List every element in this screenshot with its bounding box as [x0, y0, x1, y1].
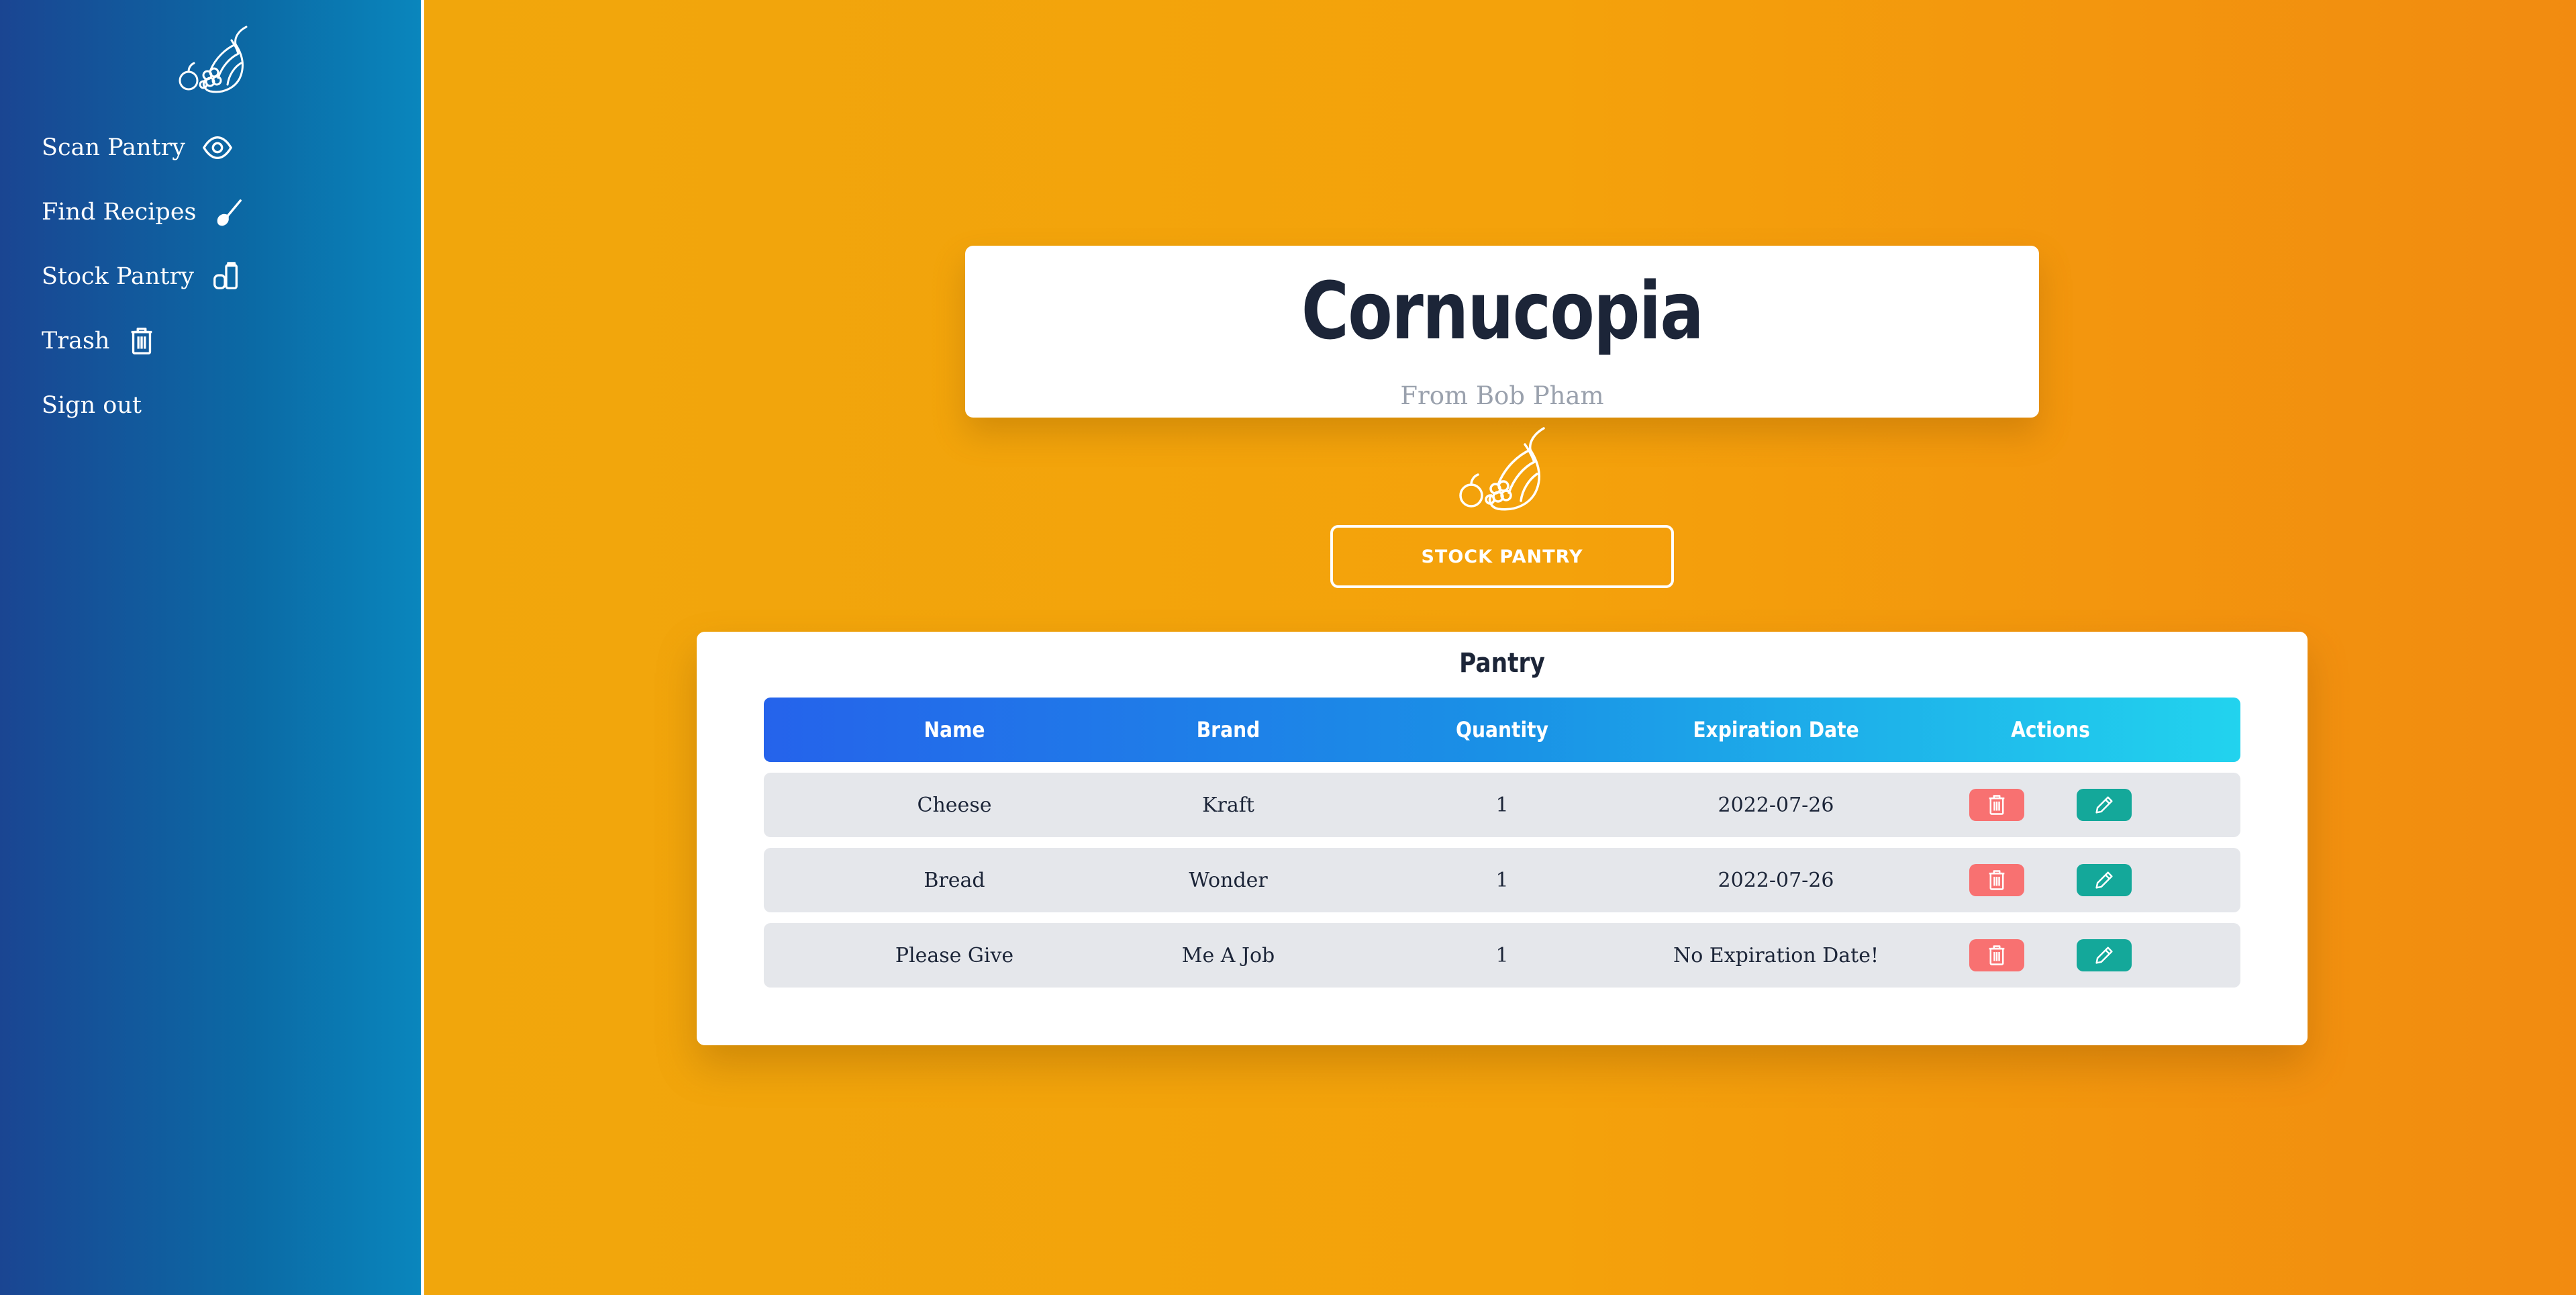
table-row: Cheese Kraft 1 2022-07-26: [764, 773, 2240, 837]
trash-icon: [126, 325, 158, 357]
cell-expiration: 2022-07-26: [1718, 868, 1834, 892]
cornucopia-icon: [1450, 426, 1550, 514]
column-header-actions: Actions: [2011, 717, 2090, 742]
trash-icon: [1989, 795, 2005, 815]
cell-brand: Kraft: [1202, 793, 1254, 817]
trash-icon: [1989, 945, 2005, 965]
sidebar-nav: Scan Pantry Find Recipes Stock Pantry Tr…: [42, 115, 245, 438]
sidebar-item-label: Trash: [42, 328, 110, 354]
eye-icon: [201, 132, 234, 164]
column-header-expiration-date[interactable]: Expiration Date: [1693, 698, 1859, 762]
delete-button[interactable]: [1969, 939, 2024, 971]
sidebar-item-sign-out[interactable]: Sign out: [42, 373, 245, 438]
edit-button[interactable]: [2077, 939, 2132, 971]
cornucopia-icon[interactable]: [171, 24, 252, 98]
pencil-icon: [2095, 871, 2113, 889]
jars-icon: [210, 260, 242, 293]
column-header-brand[interactable]: Brand: [1197, 698, 1260, 762]
delete-button[interactable]: [1969, 864, 2024, 896]
spoon-icon: [213, 196, 245, 228]
sidebar-item-label: Stock Pantry: [42, 263, 195, 290]
table-row: Bread Wonder 1 2022-07-26: [764, 848, 2240, 912]
table-header: Name Brand Quantity Expiration Date Acti…: [764, 698, 2240, 762]
sidebar-item-stock-pantry[interactable]: Stock Pantry: [42, 244, 245, 309]
pantry-title: Pantry: [1459, 648, 1545, 679]
page-subtitle: From Bob Pham: [1400, 381, 1604, 410]
sidebar-item-trash[interactable]: Trash: [42, 309, 245, 373]
sidebar-item-label: Sign out: [42, 392, 142, 419]
sidebar-item-label: Scan Pantry: [42, 134, 186, 161]
page-title: Cornucopia: [1301, 265, 1704, 357]
sidebar-item-find-recipes[interactable]: Find Recipes: [42, 180, 245, 244]
pencil-icon: [2095, 947, 2113, 964]
cell-name: Please Give: [895, 943, 1014, 967]
edit-button[interactable]: [2077, 864, 2132, 896]
sidebar: Scan Pantry Find Recipes Stock Pantry Tr…: [0, 0, 424, 1295]
table-row: Please Give Me A Job 1 No Expiration Dat…: [764, 923, 2240, 988]
cell-expiration: No Expiration Date!: [1673, 943, 1879, 967]
pencil-icon: [2095, 796, 2113, 814]
cell-name: Bread: [924, 868, 985, 892]
cell-quantity: 1: [1495, 793, 1509, 817]
stock-pantry-button[interactable]: STOCK PANTRY: [1330, 525, 1674, 588]
cell-name: Cheese: [917, 793, 992, 817]
cell-brand: Wonder: [1189, 868, 1268, 892]
pantry-card: Pantry Name Brand Quantity Expiration Da…: [697, 632, 2308, 1045]
cell-brand: Me A Job: [1181, 943, 1275, 967]
trash-icon: [1989, 870, 2005, 890]
cell-quantity: 1: [1495, 868, 1509, 892]
edit-button[interactable]: [2077, 789, 2132, 821]
cell-expiration: 2022-07-26: [1718, 793, 1834, 817]
delete-button[interactable]: [1969, 789, 2024, 821]
sidebar-item-label: Find Recipes: [42, 199, 197, 226]
header-card: Cornucopia From Bob Pham: [965, 246, 2039, 418]
column-header-quantity[interactable]: Quantity: [1456, 698, 1548, 762]
cell-quantity: 1: [1495, 943, 1509, 967]
column-header-name[interactable]: Name: [924, 698, 985, 762]
sidebar-item-scan-pantry[interactable]: Scan Pantry: [42, 115, 245, 180]
